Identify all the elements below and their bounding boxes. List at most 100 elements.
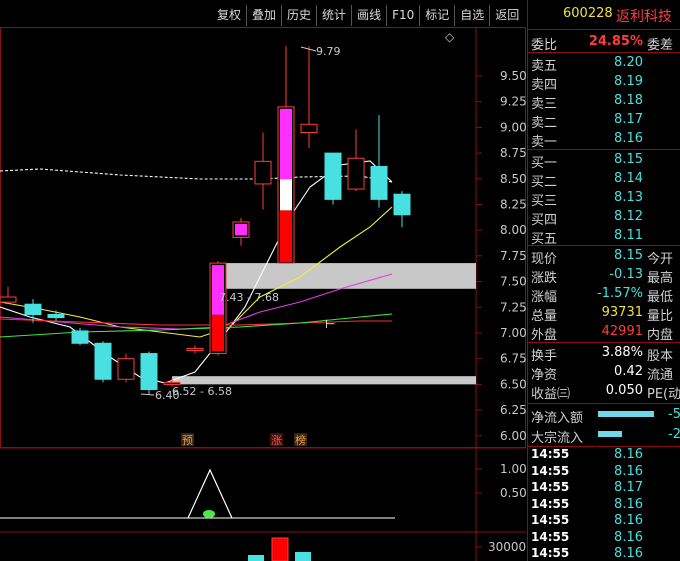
limit-up-marker[interactable]: 涨 [271, 434, 282, 447]
candle[interactable] [347, 129, 365, 192]
fundamental-stat-value: 0.42 [614, 364, 643, 379]
indicator-subchart: 1.00 0.50 [0, 462, 527, 519]
kline-chart-area[interactable]: ◇ 9.50 9.25 9.00 8.75 8.50 8.25 8.00 7.75 7.50 7.… [0, 27, 527, 561]
price-tick: 6.50 [500, 377, 526, 391]
price-tick: 8.25 [500, 198, 526, 212]
price-tick: 8.50 [500, 172, 526, 186]
candle[interactable] [300, 46, 318, 148]
tick-price: 8.16 [614, 513, 643, 528]
tick-price: 8.16 [614, 529, 643, 545]
divider [528, 403, 680, 404]
candle[interactable] [209, 261, 227, 356]
weibi-row: 委比 24.85% 委差 [528, 32, 680, 53]
add-watchlist-button[interactable]: 自选 [454, 5, 489, 26]
quote-stat-value: 42991 [601, 324, 643, 339]
quote-stat-value: 8.15 [614, 248, 643, 263]
candle[interactable] [71, 327, 89, 346]
buy-level-value: 8.11 [614, 228, 643, 243]
tick-row[interactable]: 14:55 8.16 [528, 497, 680, 513]
quote-stat-value: 93731 [601, 305, 643, 320]
collapse-icon[interactable]: ◇ [445, 30, 455, 44]
sell-level-value: 8.17 [614, 112, 643, 127]
history-button[interactable]: 历史 [281, 5, 316, 26]
kline-svg[interactable]: ◇ 9.50 9.25 9.00 8.75 8.50 8.25 8.00 7.75 7.50 7.… [0, 27, 527, 561]
volume-bar [295, 552, 311, 561]
stock-name[interactable]: 返利科技 [616, 6, 672, 26]
candle[interactable] [254, 132, 272, 210]
tick-time: 14:55 [531, 529, 570, 544]
sell-level: 卖二 8.17 [528, 110, 680, 131]
price-marker-symbol: ⊢ [325, 317, 335, 331]
volume-bar [271, 537, 289, 561]
price-tick: 6.25 [500, 403, 526, 417]
net-inflow-label: 净流入额 [531, 411, 584, 426]
candle[interactable] [94, 341, 112, 383]
tick-price: 8.16 [614, 496, 643, 512]
buy-level-value: 8.14 [614, 171, 643, 186]
candle[interactable] [277, 46, 295, 264]
price-tick: 6.00 [500, 429, 526, 443]
quote-stat: 涨跌 -0.13 最高 [528, 265, 680, 286]
quote-stat-value: -1.57% [597, 286, 643, 301]
candlesticks[interactable] [0, 46, 411, 395]
fundamental-stat-label: 收益㈢ [531, 387, 571, 402]
draw-line-button[interactable]: 画线 [351, 5, 386, 26]
candle[interactable] [0, 286, 17, 305]
tick-row[interactable]: 14:55 8.16 [528, 530, 680, 546]
fundamental-stat: 净资 0.42 流通 [528, 362, 680, 383]
sell-level: 卖五 8.20 [528, 53, 680, 74]
buy-level: 买四 8.12 [528, 207, 680, 228]
volume-subchart: 30000 [248, 537, 526, 561]
fundamental-stat-extra: PE(动 [647, 387, 680, 402]
candle[interactable] [117, 353, 135, 383]
candle[interactable] [370, 115, 388, 208]
buy-level-value: 8.15 [614, 152, 643, 167]
buy-level-value: 8.13 [614, 190, 643, 205]
forecast-marker[interactable]: 预 [182, 434, 193, 447]
candle[interactable] [47, 310, 65, 321]
volume-tick: 30000 [488, 540, 526, 554]
stock-header: 600228 返利科技 [528, 6, 680, 27]
buy-level: 买三 8.13 [528, 188, 680, 209]
quote-stat: 现价 8.15 今开 [528, 246, 680, 267]
buy-level: 买二 8.14 [528, 169, 680, 190]
quote-stat: 外盘 42991 内盘 [528, 322, 680, 343]
candle[interactable] [324, 152, 342, 205]
tick-row[interactable]: 14:55 8.16 [528, 513, 680, 529]
fundamental-stat: 收益㈢ 0.050 PE(动 [528, 381, 680, 402]
quote-stat-extra: 内盘 [647, 328, 674, 343]
sell-level-label: 卖一 [531, 135, 558, 150]
candle[interactable] [232, 217, 250, 246]
gap-lower-label: 6.52 - 6.58 [172, 385, 232, 398]
tick-row[interactable]: 14:55 8.16 [528, 447, 680, 463]
buy-level: 买五 8.11 [528, 226, 680, 247]
tick-row[interactable]: 14:55 8.17 [528, 480, 680, 496]
event-markers[interactable]: 预 涨 榜 [181, 433, 307, 447]
fuquan-button[interactable]: 复权 [212, 5, 246, 26]
sub-tick: 1.00 [500, 462, 526, 476]
f10-button[interactable]: F10 [386, 5, 419, 26]
overlay-button[interactable]: 叠加 [246, 5, 281, 26]
tick-time: 14:55 [531, 496, 570, 511]
back-button[interactable]: 返回 [489, 5, 524, 26]
volume-bar [248, 555, 264, 561]
statistics-button[interactable]: 统计 [316, 5, 351, 26]
candle[interactable] [186, 345, 204, 354]
price-axis: 9.50 9.25 9.00 8.75 8.50 8.25 8.00 7.75 7.50 7.25… [476, 69, 527, 443]
sell-level-value: 8.19 [614, 74, 643, 89]
mark-button[interactable]: 标记 [419, 5, 454, 26]
price-tick: 7.75 [500, 249, 526, 263]
tick-row[interactable]: 14:55 8.16 [528, 464, 680, 480]
block-inflow-value: -2 [668, 427, 680, 442]
tick-time: 14:55 [531, 447, 570, 461]
tick-row[interactable]: 14:55 8.16 [528, 546, 680, 561]
candle[interactable] [393, 191, 411, 228]
tick-time: 14:55 [531, 463, 570, 478]
stock-chart-app: { "toolbar": { "buttons": ["复权", "叠加", "… [0, 0, 680, 561]
buy-level-value: 8.12 [614, 209, 643, 224]
net-inflow-value: -5 [668, 407, 680, 422]
ranking-marker[interactable]: 榜 [295, 433, 306, 447]
quote-panel: 600228 返利科技 委比 24.85% 委差 卖五 8.20 卖四 8.19… [527, 0, 680, 561]
weibi-value: 24.85% [588, 34, 643, 49]
sell-level: 卖三 8.18 [528, 91, 680, 112]
